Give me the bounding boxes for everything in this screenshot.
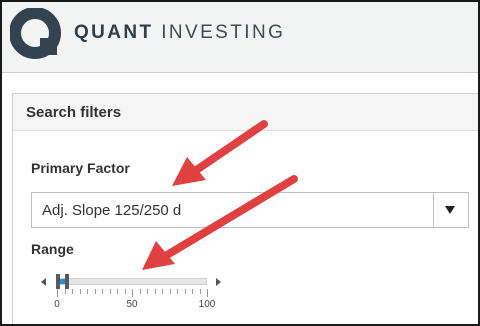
slider-tick [94, 289, 96, 294]
range-slider-track[interactable] [57, 278, 207, 285]
tick-label-min: 0 [54, 299, 60, 310]
slider-tick [207, 289, 208, 297]
slider-tick [169, 289, 171, 294]
slider-tick [102, 289, 103, 294]
slider-tick [117, 289, 118, 294]
slider-tick [109, 289, 111, 294]
dropdown-toggle[interactable] [433, 193, 468, 227]
slider-tick [87, 289, 88, 294]
brand-name-bold: QUANT [74, 22, 154, 43]
slider-tick [147, 289, 148, 294]
top-bar: QUANT INVESTING [2, 2, 478, 73]
slider-tick [184, 289, 186, 294]
slider-tick [72, 289, 73, 294]
slider-tick [199, 289, 201, 294]
tick-label-mid: 50 [126, 299, 138, 310]
slider-tick [162, 289, 163, 294]
slider-tick [192, 289, 193, 294]
panel-title: Search filters [26, 104, 122, 121]
screenshot-frame: QUANT INVESTING Search filters Primary F… [0, 0, 480, 326]
slider-tick [154, 289, 156, 294]
primary-factor-label: Primary Factor [31, 160, 130, 176]
brand-name-light: INVESTING [153, 22, 286, 43]
caret-down-icon [445, 206, 455, 214]
slider-tick [177, 289, 178, 294]
panel-header: Search filters [13, 94, 478, 131]
slider-tick [139, 289, 141, 294]
brand-name[interactable]: QUANT INVESTING [74, 22, 285, 44]
primary-factor-value: Adj. Slope 125/250 d [42, 202, 182, 219]
slider-ticks [57, 289, 208, 297]
range-slider-handle-high[interactable] [65, 274, 69, 289]
slider-tick [124, 289, 126, 294]
slider-tick [132, 289, 133, 297]
range-slider-handle-low[interactable] [56, 274, 60, 289]
tick-label-max: 100 [198, 299, 216, 310]
slider-left-arrow-icon[interactable] [41, 278, 46, 286]
slider-tick [79, 289, 81, 294]
slider-tick [57, 289, 58, 297]
slider-right-arrow-icon[interactable] [216, 278, 221, 286]
slider-tick [64, 289, 66, 294]
range-label: Range [31, 241, 74, 257]
primary-factor-select[interactable]: Adj. Slope 125/250 d [31, 192, 469, 228]
quant-logo-icon[interactable] [10, 8, 64, 62]
